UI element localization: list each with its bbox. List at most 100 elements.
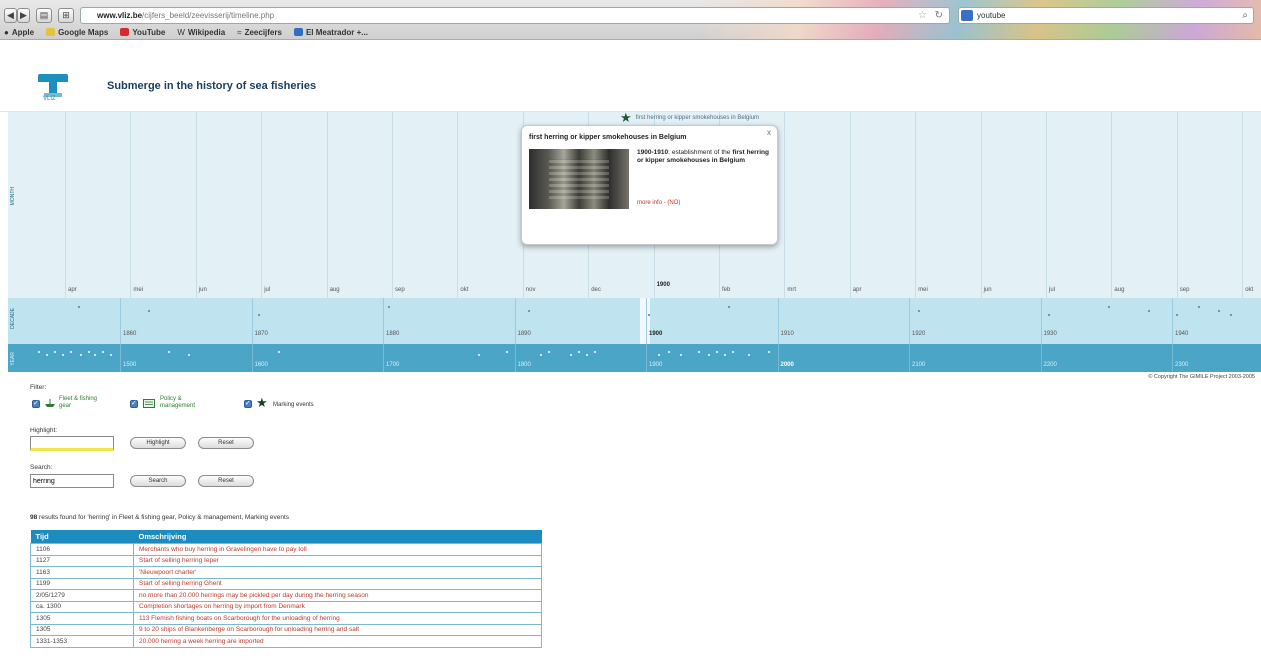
bookmark-youtube[interactable]: YouTube xyxy=(120,28,165,37)
vliz-logo[interactable]: VLIZ xyxy=(38,74,68,102)
timeline-event-dot[interactable] xyxy=(54,351,56,353)
table-row[interactable]: 1106 Merchants who buy herring in Graveli… xyxy=(30,543,542,556)
timeline-event-dot[interactable] xyxy=(578,351,580,353)
timeline-event-dot[interactable] xyxy=(528,310,530,312)
url-bar[interactable]: www.vliz.be/cijfers_beeld/zeevisserij/ti… xyxy=(80,7,950,24)
timeline-event-dot[interactable] xyxy=(748,354,750,356)
filter-policy-checkbox[interactable] xyxy=(130,399,138,408)
search-input[interactable] xyxy=(30,474,114,488)
timeline-event-dot[interactable] xyxy=(1148,310,1150,312)
table-row[interactable]: ca. 1300 Completion shortages on herring … xyxy=(30,600,542,613)
timeline-event-dot[interactable] xyxy=(80,354,82,356)
timeline-event-dot[interactable] xyxy=(548,351,550,353)
timeline-event-dot[interactable] xyxy=(278,351,280,353)
table-row[interactable]: 2/05/1279 no more than 20.000 herrings ma… xyxy=(30,589,542,602)
tabs-view-icon[interactable]: ⊞ xyxy=(58,8,74,23)
table-row[interactable]: 1163 'Nieuwpoort charter' xyxy=(30,566,542,579)
cell-description-link[interactable]: 20.000 herring a week herring are import… xyxy=(133,635,542,648)
highlight-button[interactable]: Highlight xyxy=(130,437,186,449)
highlight-input[interactable] xyxy=(30,436,114,451)
timeline-event-dot[interactable] xyxy=(668,351,670,353)
table-row[interactable]: 1305 113 Flemish fishing boats on Scarbor… xyxy=(30,612,542,625)
timeline-event-dot[interactable] xyxy=(1048,314,1050,316)
cell-description-link[interactable]: Start of selling herring Ieper xyxy=(133,554,542,567)
table-row[interactable]: 1305 9 to 20 ships of Blankenberge on Sca… xyxy=(30,623,542,636)
cell-description-link[interactable]: Merchants who buy herring in Gravelingen… xyxy=(133,543,542,556)
timeline-event-dot[interactable] xyxy=(188,354,190,356)
timeline-event-dot[interactable] xyxy=(1176,314,1178,316)
timeline-event-dot[interactable] xyxy=(708,354,710,356)
bookmarks-view-icon[interactable]: ▤ xyxy=(36,8,52,23)
timeline-event-dot[interactable] xyxy=(594,351,596,353)
timeline[interactable]: MONTH DECADE YEAR apr mei jun jul aug sep okt n… xyxy=(8,111,1261,372)
timeline-event-dot[interactable] xyxy=(102,351,104,353)
column-header-description[interactable]: Omschrijving xyxy=(133,530,542,544)
cell-description-link[interactable]: Start of selling herring Ghent xyxy=(133,577,542,590)
timeline-event-dot[interactable] xyxy=(148,310,150,312)
bookmark-google-maps[interactable]: Google Maps xyxy=(46,28,108,37)
timeline-event-dot[interactable] xyxy=(1230,314,1232,316)
cell-description-link[interactable]: no more than 20.000 herrings may be pick… xyxy=(133,589,542,602)
timeline-event-dot[interactable] xyxy=(680,354,682,356)
timeline-event-dot[interactable] xyxy=(658,354,660,356)
timeline-event-dot[interactable] xyxy=(768,351,770,353)
timeline-event-dot[interactable] xyxy=(78,306,80,308)
bookmark-wikipedia[interactable]: W Wikipedia xyxy=(177,28,225,37)
filter-fleet-checkbox[interactable] xyxy=(32,399,40,408)
cell-description-link[interactable]: Completion shortages on herring by impor… xyxy=(133,600,542,613)
bookmark-folder[interactable]: El Meatrador +... xyxy=(293,28,368,37)
timeline-event-dot[interactable] xyxy=(728,306,730,308)
table-row[interactable]: 1199 Start of selling herring Ghent xyxy=(30,577,542,590)
timeline-event-dot[interactable] xyxy=(698,351,700,353)
timeline-event-dot[interactable] xyxy=(88,351,90,353)
timeline-event-dot[interactable] xyxy=(716,351,718,353)
timeline-event-dot[interactable] xyxy=(168,351,170,353)
timeline-event-dot[interactable] xyxy=(506,351,508,353)
more-info-link[interactable]: more info - (NO) xyxy=(637,200,680,206)
timeline-event-dot[interactable] xyxy=(70,351,72,353)
bookmark-star-icon[interactable]: ☆ xyxy=(918,10,927,21)
month-tick-label: okt xyxy=(460,287,469,293)
cell-description-link[interactable]: 113 Flemish fishing boats on Scarborough… xyxy=(133,612,542,625)
bookmark-zeecijfers[interactable]: ≈ Zeecijfers xyxy=(237,28,282,37)
timeline-event-dot[interactable] xyxy=(540,354,542,356)
timeline-event-dot[interactable] xyxy=(732,351,734,353)
timeline-event-dot[interactable] xyxy=(586,354,588,356)
browser-search-bar[interactable]: youtube ⌕ xyxy=(958,7,1254,24)
search-icon[interactable]: ⌕ xyxy=(1242,10,1248,21)
cell-description-link[interactable]: 9 to 20 ships of Blankenberge on Scarbor… xyxy=(133,623,542,636)
band-label-month: MONTH xyxy=(10,187,16,206)
column-header-time[interactable]: Tijd xyxy=(30,530,134,544)
timeline-event-dot[interactable] xyxy=(570,354,572,356)
search-engine-icon[interactable] xyxy=(961,10,973,21)
timeline-event-dot[interactable] xyxy=(46,354,48,356)
timeline-event-dot[interactable] xyxy=(478,354,480,356)
reload-icon[interactable]: ↻ xyxy=(935,10,943,21)
timeline-year-band[interactable]: YEAR xyxy=(8,344,1261,372)
cell-description-link[interactable]: 'Nieuwpoort charter' xyxy=(133,566,542,579)
timeline-event-dot[interactable] xyxy=(62,354,64,356)
timeline-event-dot[interactable] xyxy=(38,351,40,353)
timeline-event-dot[interactable] xyxy=(388,306,390,308)
timeline-event-dot[interactable] xyxy=(1198,306,1200,308)
search-reset-button[interactable]: Reset xyxy=(198,475,254,487)
timeline-event-dot[interactable] xyxy=(258,314,260,316)
timeline-event-dot[interactable] xyxy=(918,310,920,312)
bookmark-apple[interactable]: ● Apple xyxy=(4,28,34,37)
filter-marking-checkbox[interactable] xyxy=(244,399,252,408)
search-button[interactable]: Search xyxy=(130,475,186,487)
close-icon[interactable]: x xyxy=(767,128,771,137)
timeline-event-dot[interactable] xyxy=(110,354,112,356)
timeline-event-dot[interactable] xyxy=(1218,310,1220,312)
timeline-event-dot[interactable] xyxy=(94,354,96,356)
table-row[interactable]: 1331-1353 20.000 herring a week herring a… xyxy=(30,635,542,648)
timeline-event-dot[interactable] xyxy=(1108,306,1110,308)
timeline-event-dot[interactable] xyxy=(724,354,726,356)
timeline-decade-band[interactable]: DECADE xyxy=(8,298,1261,344)
highlight-reset-button[interactable]: Reset xyxy=(198,437,254,449)
timeline-event-marker[interactable]: ★ first herring or kipper smokehouses in… xyxy=(620,111,759,124)
forward-button[interactable]: ▶ xyxy=(17,8,30,23)
timeline-event-dot[interactable] xyxy=(648,314,650,316)
table-row[interactable]: 1127 Start of selling herring Ieper xyxy=(30,554,542,567)
back-button[interactable]: ◀ xyxy=(4,8,17,23)
